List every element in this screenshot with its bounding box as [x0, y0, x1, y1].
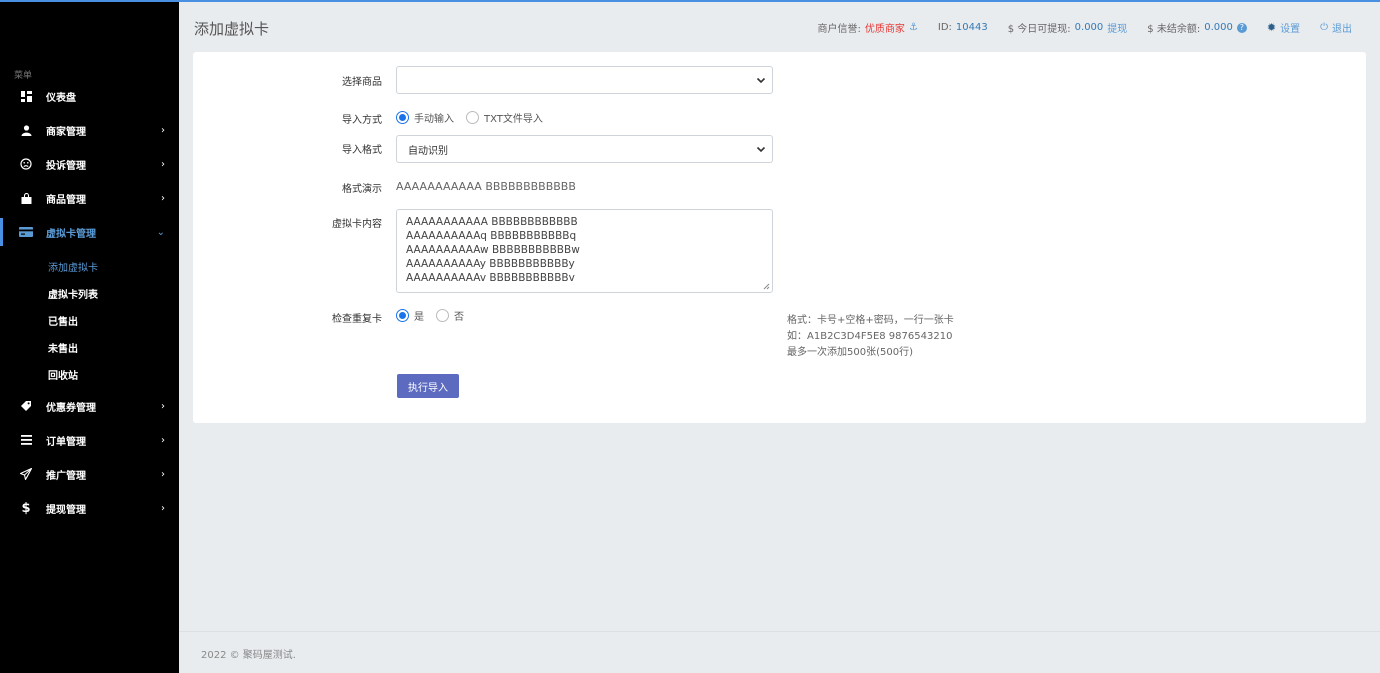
import-format-value: 自动识别	[408, 145, 448, 157]
sidebar: 菜单 仪表盘 商家管理 › 投诉管理 › 商品管理 › 虚拟卡管理 ⌄ 添加虚拟…	[0, 2, 179, 673]
credit-value: 优质商家	[864, 24, 905, 35]
product-select[interactable]	[396, 66, 773, 94]
sidebar-item-complaints[interactable]: 投诉管理 ›	[0, 150, 179, 178]
unsettled-label: $ 未结余额:	[1147, 24, 1201, 35]
sidebar-item-label: 优惠券管理	[46, 402, 96, 414]
import-format-label: 导入格式	[342, 145, 382, 156]
anchor-icon: ⚓	[908, 22, 918, 33]
user-icon	[18, 124, 34, 136]
sidebar-item-merchant[interactable]: 商家管理 ›	[0, 116, 179, 144]
sidebar-item-label: 投诉管理	[46, 160, 86, 172]
question-icon[interactable]: ?	[1236, 22, 1247, 33]
hint-line: 如：A1B2C3D4F5E8 9876543210	[787, 331, 953, 342]
footer-copyright: 2022 © 聚码屋测试.	[201, 650, 296, 661]
logout-link[interactable]: 退出	[1332, 20, 1352, 35]
withdraw-value: 0.000	[1074, 22, 1104, 33]
header-info-bar: 商户信誉: 优质商家 ⚓ ID: 10443 $ 今日可提现: 0.000 提现…	[814, 20, 1352, 35]
chevron-right-icon: ›	[161, 124, 165, 136]
paper-plane-icon	[18, 468, 34, 480]
form-card: 选择商品 导入方式 手动输入 TXT文件导入 导入格式 自动识别 格式演示 AA…	[193, 52, 1366, 423]
chevron-down-icon: ⌄	[156, 226, 165, 238]
id-value: 10443	[955, 22, 988, 33]
card-content-label: 虚拟卡内容	[332, 219, 382, 230]
withdraw-link[interactable]: 提现	[1107, 20, 1127, 35]
sidebar-item-label: 商家管理	[46, 126, 86, 138]
sidebar-item-coupons[interactable]: 优惠券管理 ›	[0, 392, 179, 420]
sidebar-subitem-card-list[interactable]: 虚拟卡列表	[48, 286, 98, 301]
sidebar-item-label: 虚拟卡管理	[46, 228, 96, 240]
tag-icon	[18, 400, 34, 412]
sidebar-subitem-sold[interactable]: 已售出	[48, 313, 78, 328]
content-line: AAAAAAAAAAA BBBBBBBBBBBB	[406, 216, 578, 228]
radio-check-yes[interactable]	[396, 309, 409, 322]
sidebar-subitem-add-card[interactable]: 添加虚拟卡	[48, 259, 98, 274]
radio-manual-input[interactable]	[396, 111, 409, 124]
card-content-textarea[interactable]: AAAAAAAAAAA BBBBBBBBBBBB AAAAAAAAAAq BBB…	[396, 209, 773, 293]
gear-icon[interactable]: ✹	[1267, 21, 1276, 34]
radio-check-no-label[interactable]: 否	[454, 308, 464, 323]
execute-import-button[interactable]: 执行导入	[397, 374, 459, 398]
withdraw-label: $ 今日可提现:	[1007, 24, 1071, 35]
sidebar-item-dashboard[interactable]: 仪表盘	[0, 82, 179, 110]
radio-manual-input-label[interactable]: 手动输入	[414, 110, 454, 125]
frown-icon	[18, 158, 34, 170]
chevron-down-icon	[756, 77, 766, 84]
import-format-select[interactable]: 自动识别	[396, 135, 773, 163]
shopping-bag-icon	[18, 192, 34, 204]
settings-link[interactable]: 设置	[1280, 20, 1300, 35]
import-method-group: 手动输入 TXT文件导入	[396, 110, 555, 125]
sidebar-item-products[interactable]: 商品管理 ›	[0, 184, 179, 212]
check-duplicate-label: 检查重复卡	[332, 314, 382, 325]
top-accent-bar	[0, 0, 1380, 2]
page-title: 添加虚拟卡	[194, 20, 270, 38]
radio-check-yes-label[interactable]: 是	[414, 308, 424, 323]
id-label: ID:	[937, 22, 952, 33]
format-demo-value: AAAAAAAAAAA BBBBBBBBBBBB	[396, 180, 576, 193]
check-duplicate-group: 是 否	[396, 308, 476, 323]
content-line: AAAAAAAAAAw BBBBBBBBBBBw	[406, 244, 580, 256]
sidebar-subitem-unsold[interactable]: 未售出	[48, 340, 78, 355]
sidebar-item-label: 提现管理	[46, 504, 86, 516]
product-label: 选择商品	[342, 77, 382, 88]
content-line: AAAAAAAAAAy BBBBBBBBBBBy	[406, 258, 575, 270]
hint-line: 最多一次添加500张(500行)	[787, 347, 913, 358]
format-demo-label: 格式演示	[342, 184, 382, 195]
sidebar-item-label: 推广管理	[46, 470, 86, 482]
sidebar-subitem-recycle-bin[interactable]: 回收站	[48, 367, 78, 382]
power-icon[interactable]: ⏻	[1320, 22, 1328, 33]
credit-label: 商户信誉:	[817, 24, 861, 35]
footer: 2022 © 聚码屋测试.	[179, 631, 1380, 673]
sidebar-item-withdrawals[interactable]: $ 提现管理 ›	[0, 494, 179, 522]
hint-line: 格式：卡号+空格+密码，一行一张卡	[787, 315, 954, 326]
unsettled-value: 0.000	[1204, 22, 1233, 33]
sidebar-item-label: 订单管理	[46, 436, 86, 448]
sidebar-item-virtual-cards[interactable]: 虚拟卡管理 ⌄	[0, 218, 179, 246]
chevron-right-icon: ›	[161, 400, 165, 412]
chevron-right-icon: ›	[161, 158, 165, 170]
sidebar-item-label: 商品管理	[46, 194, 86, 206]
chevron-right-icon: ›	[161, 192, 165, 204]
chevron-right-icon: ›	[161, 502, 165, 514]
menu-caption: 菜单	[14, 71, 33, 81]
radio-txt-import-label[interactable]: TXT文件导入	[484, 110, 543, 125]
sidebar-item-promotion[interactable]: 推广管理 ›	[0, 460, 179, 488]
resize-handle-icon[interactable]	[762, 282, 770, 290]
dollar-icon: $	[21, 500, 31, 516]
content-line: AAAAAAAAAAq BBBBBBBBBBBq	[406, 230, 577, 242]
sidebar-item-orders[interactable]: 订单管理 ›	[0, 426, 179, 454]
list-icon	[18, 435, 34, 445]
import-method-label: 导入方式	[342, 115, 382, 126]
radio-txt-import[interactable]	[466, 111, 479, 124]
sidebar-item-label: 仪表盘	[46, 92, 76, 104]
dashboard-icon	[18, 90, 34, 102]
credit-card-icon	[18, 227, 34, 237]
radio-check-no[interactable]	[436, 309, 449, 322]
chevron-right-icon: ›	[161, 434, 165, 446]
chevron-right-icon: ›	[161, 468, 165, 480]
content-line: AAAAAAAAAAv BBBBBBBBBBBv	[406, 272, 575, 284]
chevron-down-icon	[756, 146, 766, 153]
